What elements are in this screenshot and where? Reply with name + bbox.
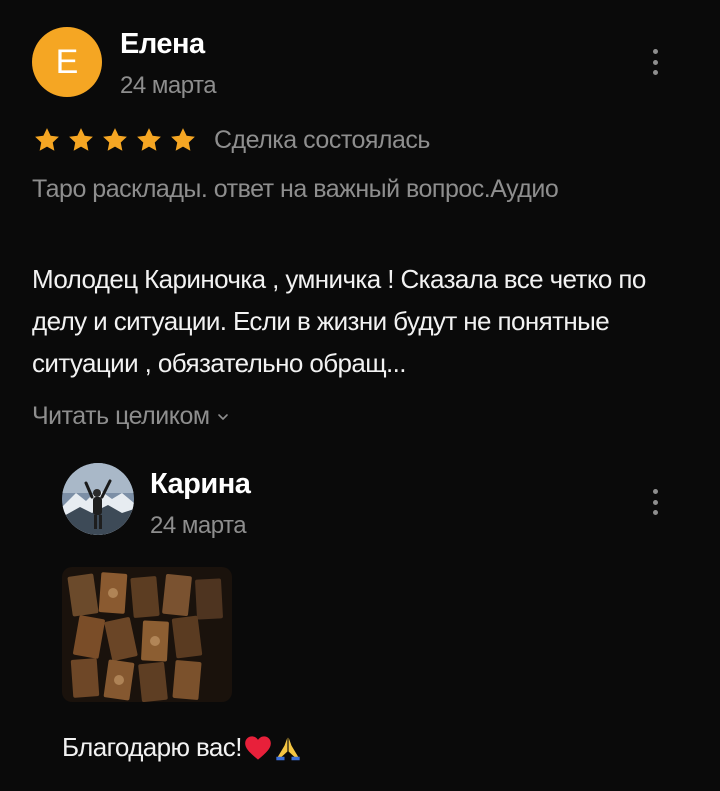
star-icon [137, 128, 161, 151]
reply-text: Благодарю вас! [62, 732, 242, 762]
star-icon [171, 128, 195, 151]
star-icon [103, 128, 127, 151]
reply-author-name[interactable]: Карина [150, 468, 251, 501]
reply-text-row: Благодарю вас! [62, 732, 302, 763]
read-more-link[interactable]: Читать целиком [32, 402, 230, 431]
reply-more-icon[interactable] [643, 485, 667, 519]
service-title[interactable]: Таро расклады. ответ на важный вопрос.Ау… [32, 170, 592, 208]
author-name[interactable]: Елена [120, 28, 205, 61]
read-more-label: Читать целиком [32, 402, 210, 430]
rating-row: Сделка состоялась [32, 122, 430, 158]
author-avatar[interactable]: Е [32, 27, 102, 97]
star-rating [32, 125, 198, 155]
reply-date: 24 марта [150, 512, 247, 539]
reply-author-avatar[interactable] [62, 463, 134, 535]
review-more-icon[interactable] [643, 45, 667, 79]
review-text: Молодец Кариночка , умничка ! Сказала вс… [32, 264, 646, 378]
author-avatar-initial: Е [55, 42, 79, 81]
review-date: 24 марта [120, 72, 217, 99]
heart-icon [244, 735, 271, 760]
star-icon [69, 128, 93, 151]
chevron-down-icon [217, 413, 228, 420]
praying-hands-icon [276, 737, 300, 760]
star-icon [35, 128, 59, 151]
deal-status: Сделка состоялась [214, 125, 430, 154]
reply-attachment-image[interactable] [62, 567, 232, 702]
profile-photo-icon [62, 463, 134, 535]
tarot-cards-photo-icon [62, 567, 232, 702]
